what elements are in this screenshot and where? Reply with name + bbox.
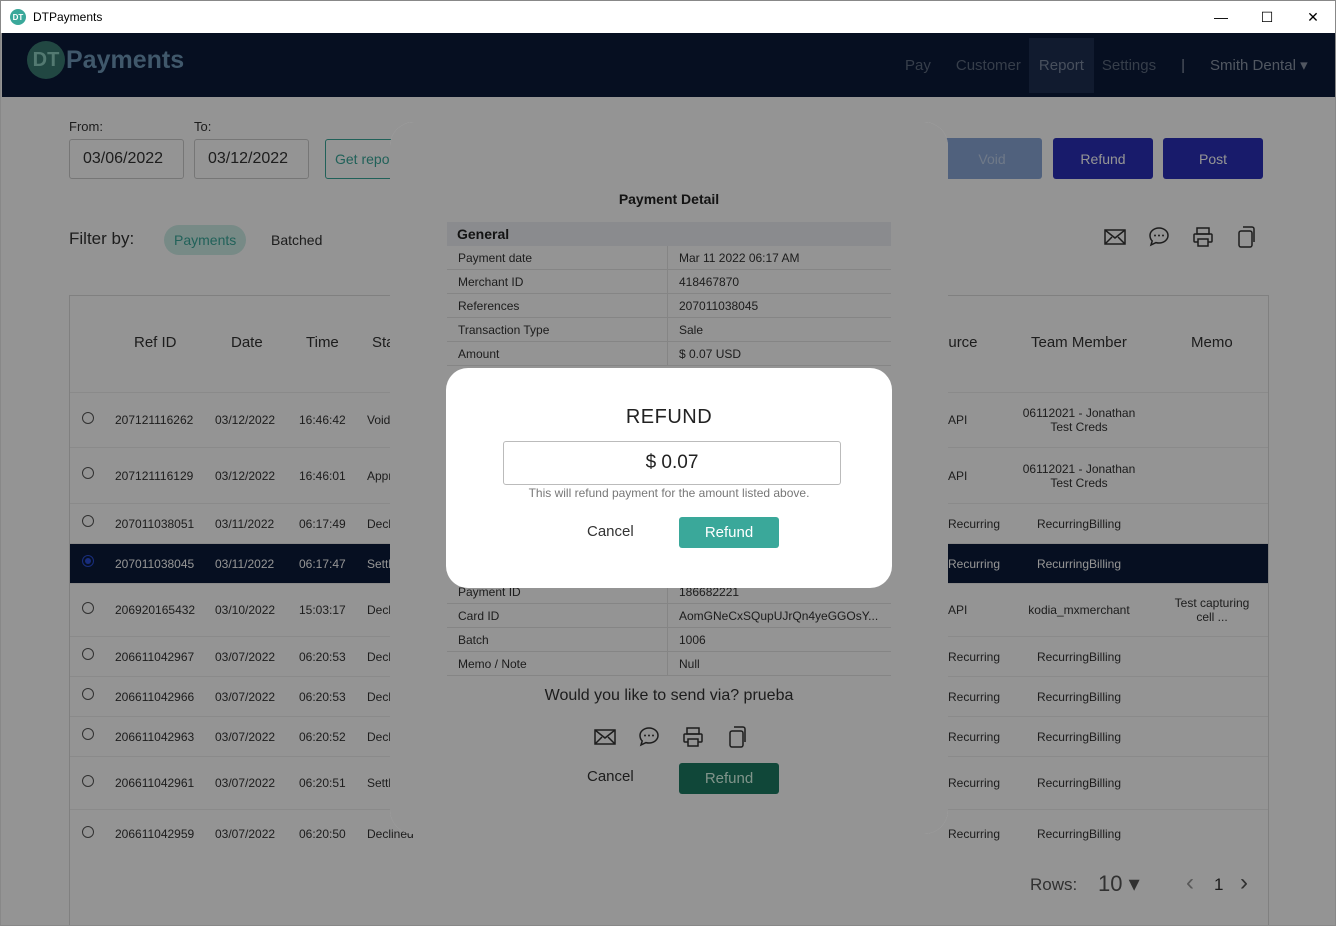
refund-hint: This will refund payment for the amount …: [528, 486, 810, 500]
refund-amount-input[interactable]: $ 0.07: [503, 441, 841, 485]
window-title: DTPayments: [33, 10, 103, 24]
minimize-icon[interactable]: —: [1198, 1, 1244, 33]
refund-dialog: REFUND $ 0.07 This will refund payment f…: [446, 368, 892, 588]
refund-confirm-button[interactable]: Refund: [679, 517, 779, 548]
maximize-icon[interactable]: ☐: [1244, 1, 1290, 33]
refund-title: REFUND: [625, 406, 713, 428]
title-bar: DT DTPayments — ☐ ✕: [1, 1, 1335, 33]
close-icon[interactable]: ✕: [1290, 1, 1335, 33]
app-window: DT DTPayments — ☐ ✕ DT Payments Pay Cust…: [0, 0, 1336, 926]
refund-cancel-button[interactable]: Cancel: [587, 523, 634, 540]
app-icon: DT: [10, 9, 26, 25]
